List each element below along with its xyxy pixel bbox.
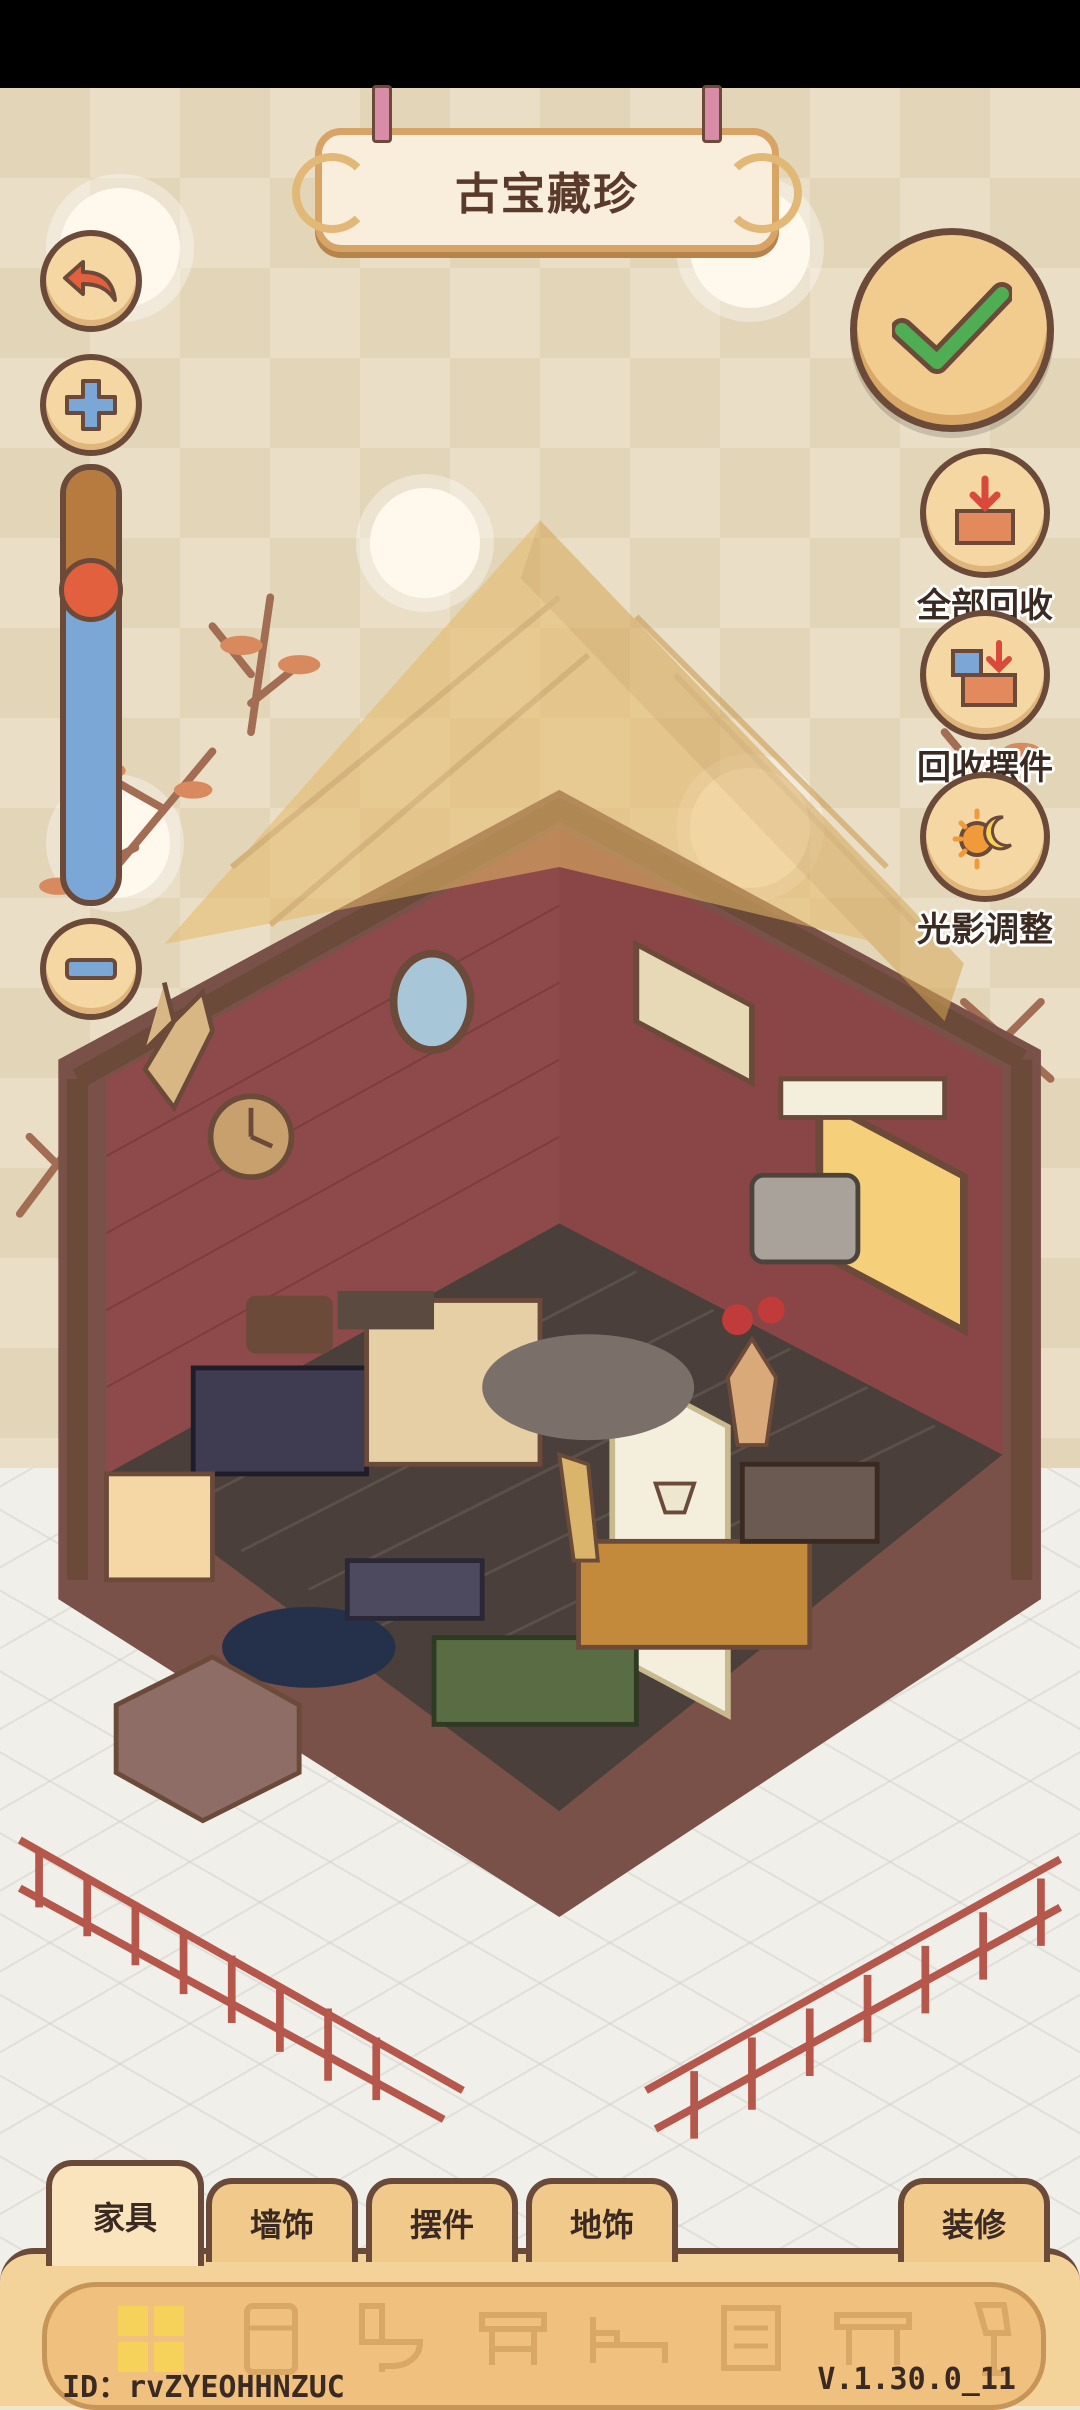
ornament-right [722, 153, 802, 233]
round-mirror[interactable] [389, 949, 475, 1054]
coffee-table[interactable] [344, 1558, 485, 1621]
zoom-slider[interactable] [60, 464, 122, 906]
plus-icon [65, 379, 117, 431]
cabinet-icon [721, 2305, 781, 2371]
player-id: ID：rvZYEOHHNZUC [62, 2370, 345, 2405]
table-icon [834, 2312, 912, 2365]
confirm-button[interactable] [850, 228, 1054, 432]
category-toilet[interactable] [348, 2296, 434, 2382]
tab-furniture-label: 家具 [92, 2199, 157, 2237]
toilet-icon [359, 2303, 424, 2372]
light-adjust-label: 光影调整 [917, 910, 1053, 950]
recycle-all-button[interactable] [920, 448, 1050, 578]
dresser[interactable] [104, 1471, 215, 1583]
sun-moon-icon [952, 808, 1012, 870]
room-title: 古宝藏珍 [455, 169, 639, 220]
checkmark-icon [892, 282, 1012, 374]
coffee-machine[interactable] [749, 1172, 861, 1265]
minus-icon [65, 958, 117, 980]
fur-rug[interactable] [482, 1334, 695, 1441]
tab-ornaments-label: 摆件 [409, 2206, 474, 2244]
tab-floor-decor[interactable]: 地饰 [526, 2178, 678, 2262]
tab-floor-decor-label: 地饰 [569, 2206, 634, 2244]
recycle-ornament-button[interactable] [920, 610, 1050, 740]
tab-renovation[interactable]: 装修 [898, 2178, 1050, 2262]
zoom-out-button[interactable] [40, 918, 142, 1020]
wall-shelf-books[interactable] [778, 1076, 948, 1120]
category-bed[interactable] [586, 2296, 672, 2382]
undo-button[interactable] [40, 230, 142, 332]
category-stool[interactable] [470, 2296, 556, 2382]
tab-ornaments[interactable]: 摆件 [366, 2178, 518, 2262]
version-label: V.1.30.0_11 [817, 2362, 1016, 2397]
category-tabs: 家具 墙饰 摆件 地饰 装修 [0, 2160, 1080, 2266]
sideboard[interactable] [190, 1365, 370, 1477]
recycle-ornament-action[interactable]: 回收摆件 [900, 610, 1070, 789]
ornament-left [292, 153, 372, 233]
banner-rope [702, 85, 722, 143]
tab-renovation-label: 装修 [941, 2206, 1006, 2244]
bed-icon [590, 2317, 668, 2363]
recycle-all-icon [955, 475, 1015, 545]
railing-right [644, 1855, 1063, 2139]
tab-wall-decor-label: 墙饰 [249, 2206, 314, 2244]
record-player[interactable] [337, 1290, 435, 1330]
radio[interactable] [246, 1295, 333, 1354]
tab-wall-decor[interactable]: 墙饰 [206, 2178, 358, 2262]
low-bed-green[interactable] [431, 1635, 639, 1727]
recycle-all-action[interactable]: 全部回收 [900, 448, 1070, 627]
tab-furniture[interactable]: 家具 [46, 2160, 204, 2266]
category-cabinet[interactable] [708, 2296, 794, 2382]
recycle-ornament-icon [951, 640, 1017, 707]
zoom-slider-handle[interactable] [59, 557, 123, 622]
banner-rope [372, 85, 392, 143]
ochre-sofa[interactable] [576, 1538, 813, 1650]
stool-icon [479, 2312, 547, 2365]
side-table[interactable] [739, 1461, 880, 1544]
room-title-banner: 古宝藏珍 [292, 85, 802, 252]
light-adjust-action[interactable]: 光影调整 [900, 772, 1070, 951]
railing-left [17, 1836, 465, 2123]
light-adjust-button[interactable] [920, 772, 1050, 902]
zoom-in-button[interactable] [40, 354, 142, 456]
undo-arrow-icon [63, 260, 117, 302]
